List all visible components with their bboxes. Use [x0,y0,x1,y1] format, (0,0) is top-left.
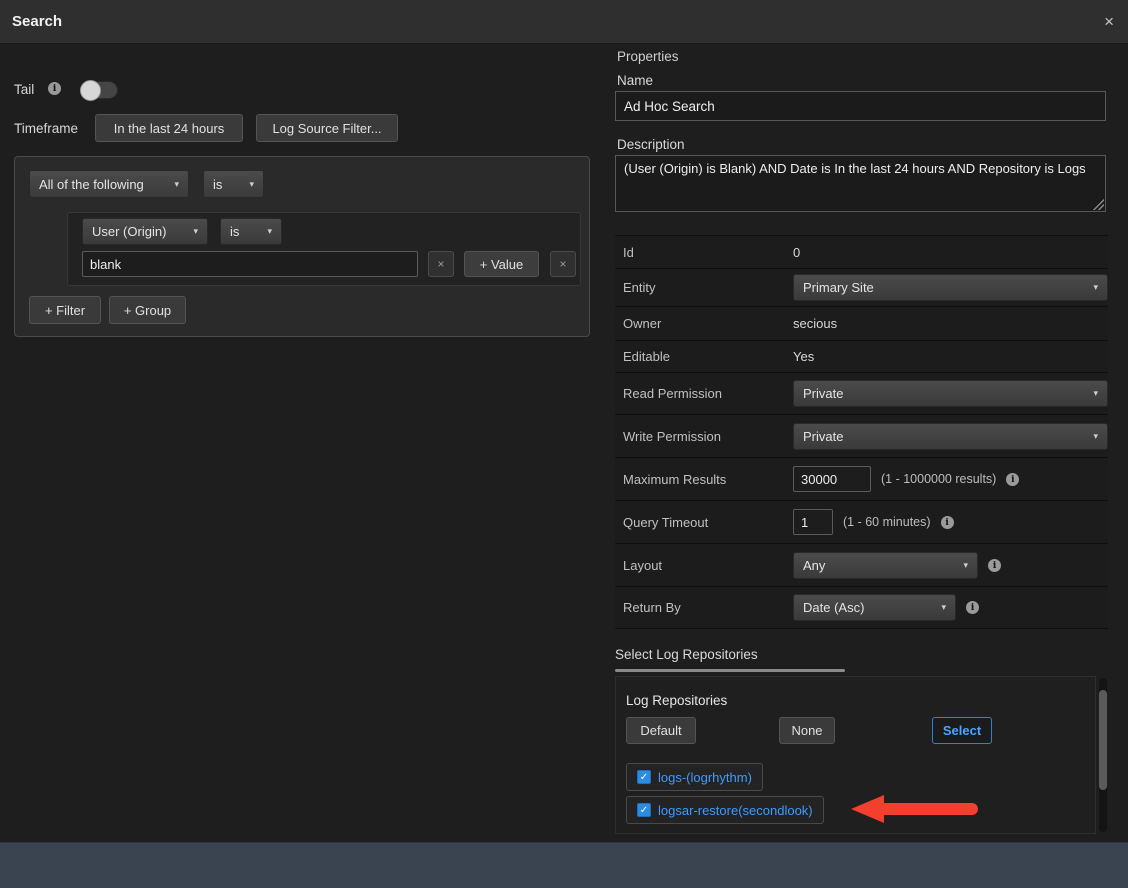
chevron-down-icon: ▾ [963,560,968,571]
filter-builder: All of the following ▾ is ▾ User (Origin… [14,156,590,337]
select-button[interactable]: Select [932,717,992,744]
chevron-down-icon: ▾ [174,179,179,190]
info-icon: i [941,516,954,529]
info-icon: i [1006,473,1019,486]
name-input[interactable] [615,91,1106,121]
checkbox-checked-icon[interactable]: ✓ [637,803,651,817]
prop-row-return-by: Return By Date (Asc) ▾ i [615,587,1108,629]
field-condition-value: is [230,224,239,239]
prop-row-entity: Entity Primary Site ▾ [615,269,1108,307]
tail-label: Tail [14,82,34,97]
editable-value: Yes [793,349,814,364]
chevron-down-icon: ▾ [267,226,272,237]
repo-item-logs-logrhythm[interactable]: ✓ logs-(logrhythm) [626,763,763,791]
timeframe-label: Timeframe [14,121,78,136]
read-permission-select[interactable]: Private ▾ [793,380,1108,407]
chevron-down-icon: ▾ [1093,282,1098,293]
prop-row-layout: Layout Any ▾ i [615,544,1108,587]
search-dialog: Search × Tail i Timeframe In the last 24… [0,0,1128,888]
add-group-button[interactable]: + Group [109,296,186,324]
log-repositories-title: Log Repositories [626,693,727,708]
owner-value: secious [793,316,837,331]
maximum-results-input[interactable] [793,466,871,492]
default-button[interactable]: Default [626,717,696,744]
prop-row-query-timeout: Query Timeout (1 - 60 minutes) i [615,501,1108,544]
group-condition-value: is [213,177,222,192]
dialog-header: Search × [0,0,1128,44]
add-value-button[interactable]: + Value [464,251,539,277]
toggle-knob [80,80,101,101]
filter-row-group: User (Origin) ▾ is ▾ × + Value × [67,212,581,286]
field-condition-select[interactable]: is ▾ [220,218,282,245]
checkbox-checked-icon[interactable]: ✓ [637,770,651,784]
prop-row-editable: Editable Yes [615,341,1108,373]
repo-item-label: logsar-restore(secondlook) [658,803,813,818]
chevron-down-icon: ▾ [193,226,198,237]
none-button[interactable]: None [779,717,835,744]
timeframe-range-button[interactable]: In the last 24 hours [95,114,243,142]
maximum-results-hint: (1 - 1000000 results) [881,472,996,486]
chevron-down-icon: ▾ [941,602,946,613]
prop-row-id: Id 0 [615,236,1108,269]
prop-row-maximum-results: Maximum Results (1 - 1000000 results) i [615,458,1108,501]
return-by-select[interactable]: Date (Asc) ▾ [793,594,956,621]
filter-value-input[interactable] [82,251,418,277]
description-label: Description [617,137,685,152]
write-permission-select[interactable]: Private ▾ [793,423,1108,450]
repo-item-logsar-restore-secondlook[interactable]: ✓ logsar-restore(secondlook) [626,796,824,824]
scrollbar-thumb[interactable] [1099,690,1107,790]
log-source-filter-button[interactable]: Log Source Filter... [256,114,398,142]
annotation-arrow-icon [848,791,986,827]
field-value: User (Origin) [92,224,166,239]
info-icon: i [966,601,979,614]
prop-row-owner: Owner secious [615,307,1108,341]
prop-row-read-permission: Read Permission Private ▾ [615,373,1108,415]
layout-select[interactable]: Any ▾ [793,552,978,579]
tail-toggle[interactable] [80,81,118,99]
group-operator-value: All of the following [39,177,144,192]
repo-item-label: logs-(logrhythm) [658,770,752,785]
group-operator-select[interactable]: All of the following ▾ [29,170,189,198]
chevron-down-icon: ▾ [249,179,254,190]
dialog-title: Search [12,0,62,44]
description-textarea[interactable]: (User (Origin) is Blank) AND Date is In … [615,155,1106,212]
chevron-down-icon: ▾ [1093,388,1098,399]
query-timeout-hint: (1 - 60 minutes) [843,515,931,529]
close-icon[interactable]: × [1104,0,1114,44]
group-condition-select[interactable]: is ▾ [203,170,264,198]
select-log-repositories-heading: Select Log Repositories [615,647,758,662]
id-value: 0 [793,245,800,260]
field-select[interactable]: User (Origin) ▾ [82,218,208,245]
add-filter-button[interactable]: + Filter [29,296,101,324]
name-label: Name [617,73,653,88]
info-icon: i [988,559,1001,572]
remove-filter-button[interactable]: × [550,251,576,277]
info-icon: i [48,82,61,95]
remove-value-button[interactable]: × [428,251,454,277]
query-timeout-input[interactable] [793,509,833,535]
scroll-divider [615,669,845,672]
chevron-down-icon: ▾ [1093,431,1098,442]
properties-table: Id 0 Entity Primary Site ▾ Owner secious… [615,235,1108,629]
prop-row-write-permission: Write Permission Private ▾ [615,415,1108,458]
properties-heading: Properties [617,49,679,64]
entity-select[interactable]: Primary Site ▾ [793,274,1108,301]
dialog-footer: Save Search [0,842,1128,888]
